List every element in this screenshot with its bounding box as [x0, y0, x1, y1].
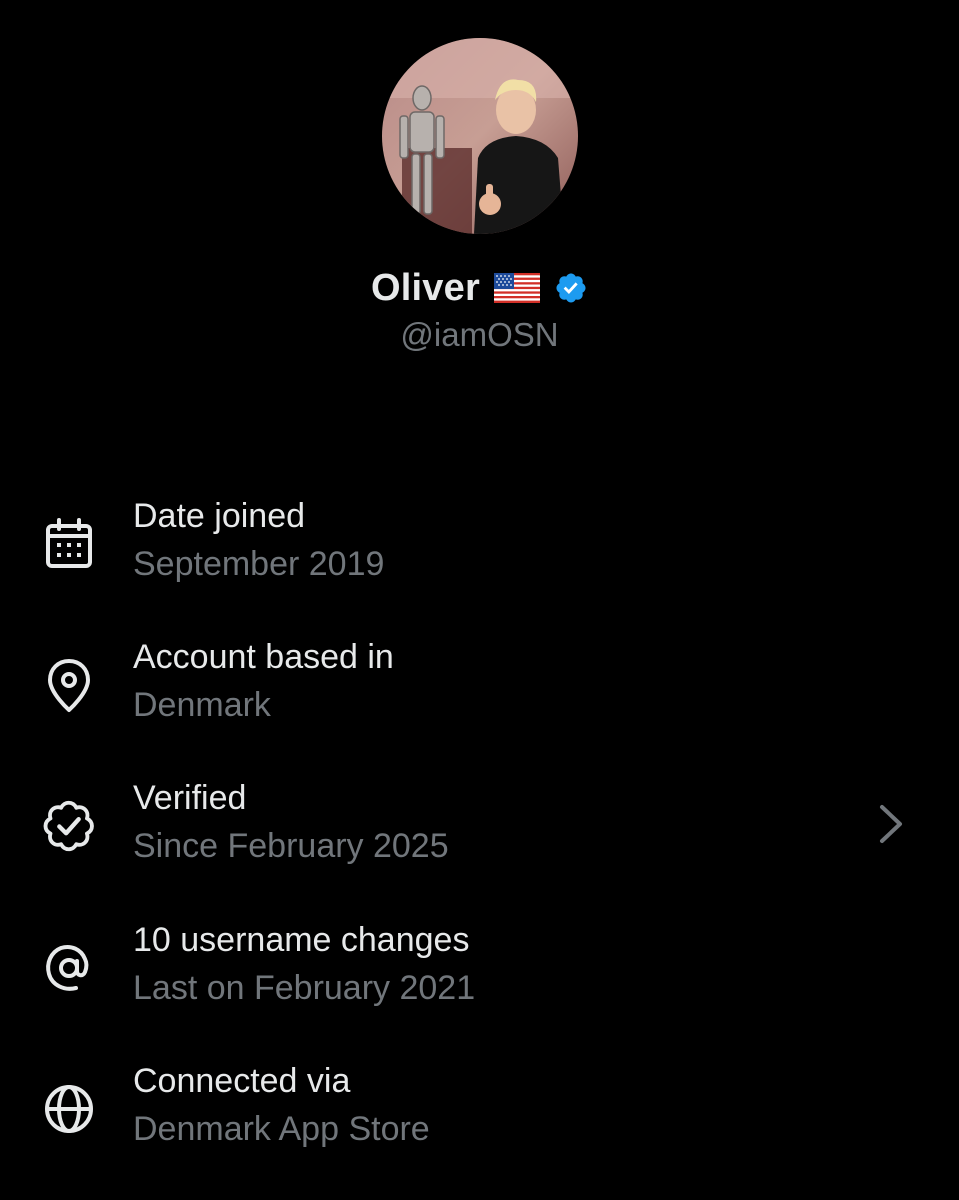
detail-row-date-joined: Date joined September 2019 — [0, 497, 959, 607]
detail-subtitle: Last on February 2021 — [133, 969, 476, 1007]
detail-row-connected-via: Connected via Denmark App Store — [0, 1062, 959, 1172]
detail-row-verified[interactable]: Verified Since February 2025 — [0, 779, 959, 889]
calendar-icon — [40, 515, 98, 573]
avatar[interactable] — [382, 38, 578, 234]
detail-title: Account based in — [133, 638, 394, 676]
us-flag-icon — [493, 273, 540, 303]
globe-icon — [40, 1080, 98, 1138]
detail-title: Date joined — [133, 497, 306, 535]
detail-subtitle: September 2019 — [133, 545, 385, 583]
verified-check-icon — [40, 797, 98, 855]
at-sign-icon — [40, 939, 98, 997]
verified-badge-icon[interactable] — [554, 271, 588, 305]
detail-subtitle: Since February 2025 — [133, 827, 449, 865]
detail-subtitle: Denmark — [133, 686, 271, 724]
chevron-right-icon[interactable] — [872, 799, 912, 849]
location-pin-icon — [40, 656, 98, 714]
detail-subtitle: Denmark App Store — [133, 1110, 430, 1148]
detail-row-username-changes: 10 username changes Last on February 202… — [0, 921, 959, 1031]
profile-name-row: Oliver — [0, 262, 959, 314]
detail-title: 10 username changes — [133, 921, 470, 959]
display-name: Oliver — [371, 266, 480, 309]
detail-title: Connected via — [133, 1062, 351, 1100]
profile-handle: @iamOSN — [400, 316, 559, 353]
detail-title: Verified — [133, 779, 247, 817]
detail-row-account-based-in: Account based in Denmark — [0, 638, 959, 748]
